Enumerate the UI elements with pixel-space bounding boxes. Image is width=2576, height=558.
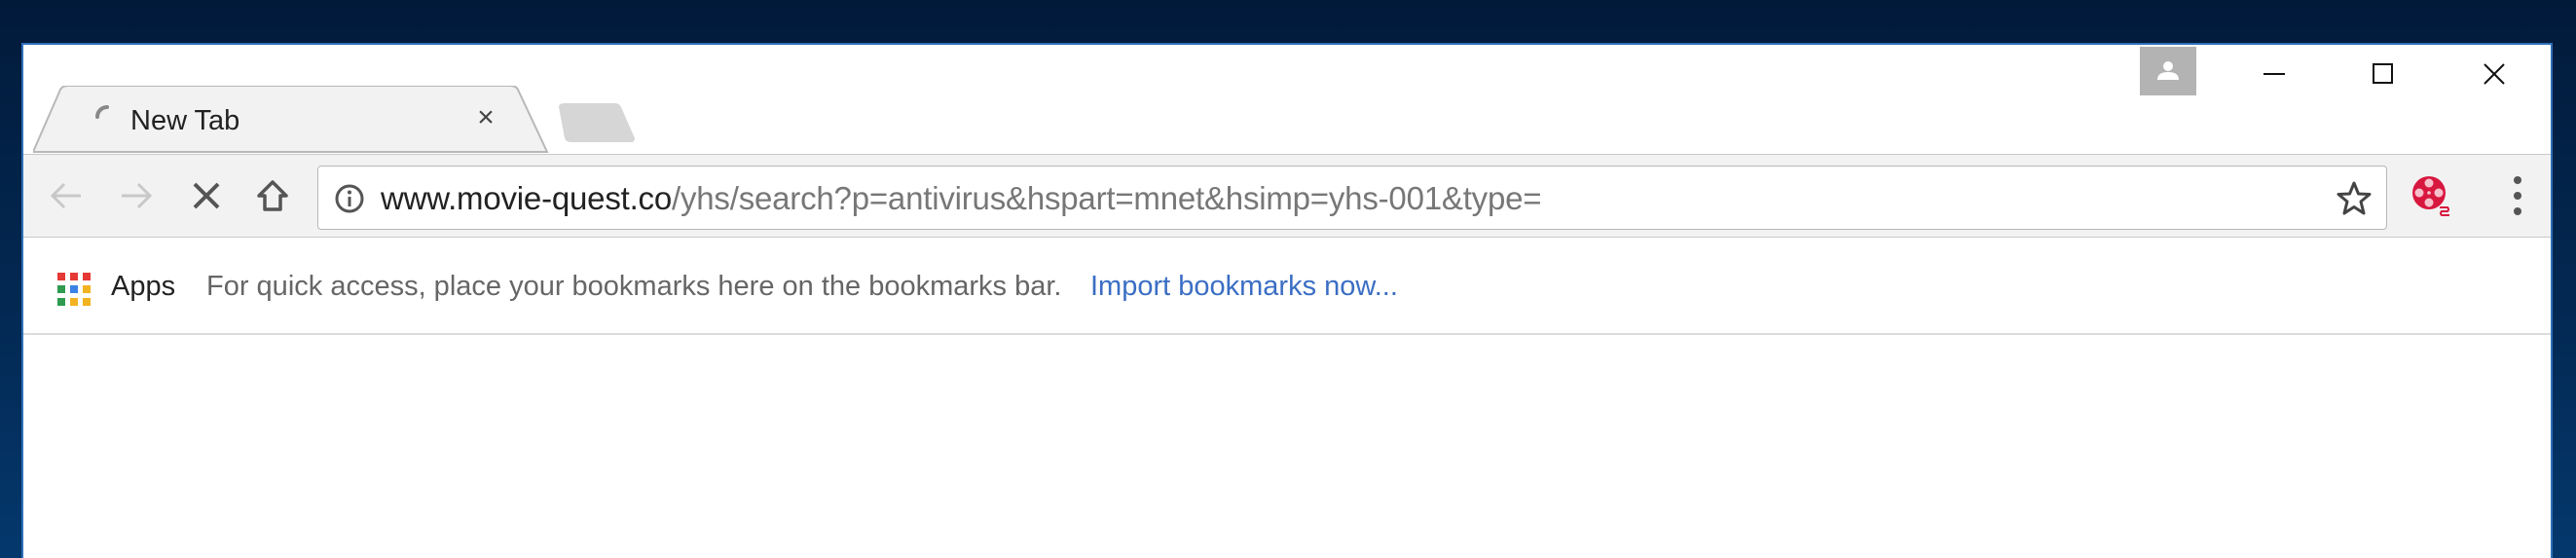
toolbar: www.movie-quest.co/yhs/search?p=antiviru…: [23, 154, 2551, 238]
title-bar: New Tab ×: [23, 45, 2551, 154]
apps-shortcut[interactable]: Apps: [111, 271, 175, 303]
address-bar[interactable]: www.movie-quest.co/yhs/search?p=antiviru…: [317, 166, 2387, 230]
minimize-icon: [2263, 73, 2285, 75]
url-host: www.movie-quest.co: [381, 180, 673, 216]
tab-title: New Tab: [130, 105, 240, 136]
film-reel-icon[interactable]: [2410, 174, 2453, 217]
more-vert-icon[interactable]: [2506, 172, 2529, 219]
forward-button[interactable]: [113, 172, 160, 219]
profile-button[interactable]: [2140, 47, 2196, 95]
person-icon: [2157, 61, 2179, 80]
new-tab-button[interactable]: [557, 103, 637, 142]
stop-button[interactable]: [183, 172, 230, 219]
page-content: [23, 335, 2551, 558]
tab-new-tab[interactable]: New Tab ×: [33, 86, 549, 154]
close-icon: [2484, 63, 2505, 85]
import-bookmarks-link[interactable]: Import bookmarks now...: [1090, 271, 1398, 303]
arrow-left-icon: [50, 182, 81, 209]
minimize-button[interactable]: [2245, 55, 2303, 93]
maximize-icon: [2373, 63, 2393, 84]
home-icon: [257, 180, 288, 211]
back-button[interactable]: [43, 172, 90, 219]
stop-icon: [193, 182, 220, 209]
url-path: /yhs/search?p=antivirus&hspart=mnet&hsim…: [672, 180, 1542, 216]
close-icon[interactable]: ×: [471, 103, 500, 132]
spinner-icon: [95, 105, 109, 119]
browser-window: New Tab × www.movie-quest.co/yhs/search?…: [21, 43, 2553, 558]
star-icon[interactable]: [2336, 180, 2373, 217]
close-window-button[interactable]: [2465, 55, 2523, 93]
arrow-right-icon: [122, 182, 153, 209]
maximize-button[interactable]: [2354, 55, 2412, 93]
info-icon[interactable]: [334, 183, 365, 214]
url-text[interactable]: www.movie-quest.co/yhs/search?p=antiviru…: [381, 180, 1542, 217]
home-button[interactable]: [249, 172, 296, 219]
apps-grid-icon[interactable]: [57, 273, 91, 306]
bookmarks-hint: For quick access, place your bookmarks h…: [206, 271, 1062, 302]
bookmarks-bar: Apps For quick access, place your bookma…: [23, 238, 2551, 335]
